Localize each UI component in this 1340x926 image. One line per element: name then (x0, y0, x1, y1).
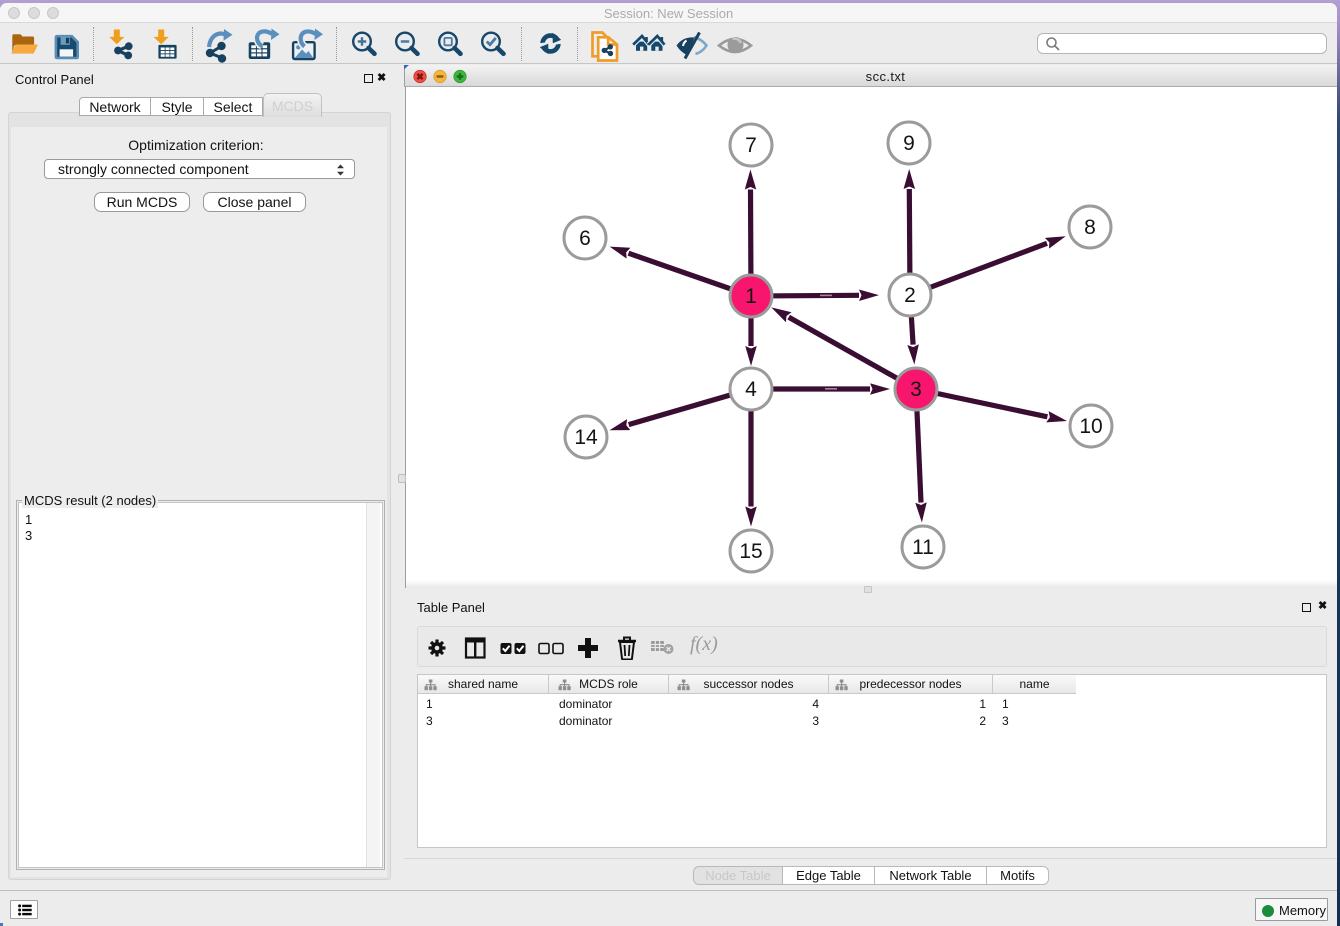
svg-text:9: 9 (903, 132, 915, 155)
svg-text:6: 6 (579, 227, 591, 250)
svg-text:10: 10 (1079, 415, 1102, 438)
svg-text:1: 1 (745, 285, 757, 308)
svg-text:14: 14 (574, 426, 598, 449)
svg-text:7: 7 (745, 134, 757, 157)
svg-text:11: 11 (912, 536, 934, 559)
svg-text:15: 15 (739, 540, 762, 563)
svg-text:4: 4 (745, 378, 757, 401)
svg-text:8: 8 (1084, 216, 1096, 239)
svg-text:2: 2 (904, 284, 916, 307)
svg-text:3: 3 (910, 378, 922, 401)
